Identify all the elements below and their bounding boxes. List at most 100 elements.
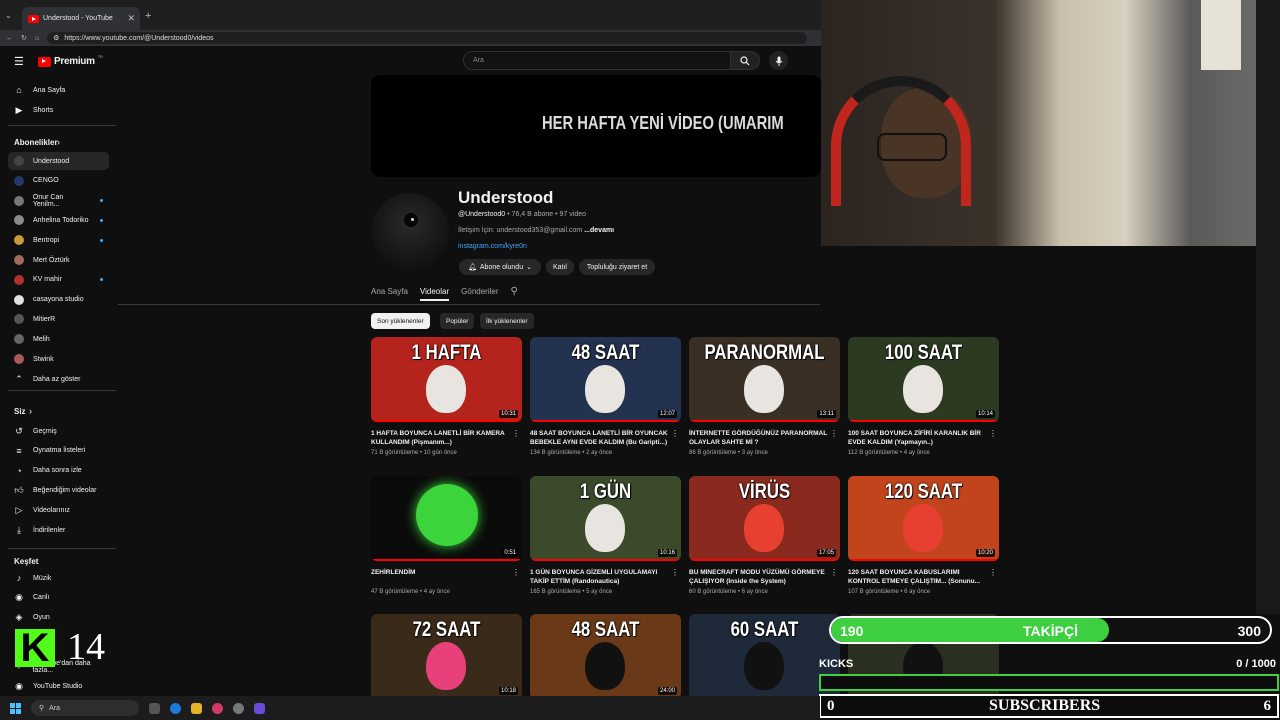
channel-description[interactable]: İletişim İçin: understood353@gmail.com .… — [458, 227, 614, 234]
site-info-icon[interactable]: ⚙ — [53, 34, 59, 42]
join-button[interactable]: Katıl — [546, 259, 574, 275]
channel-link[interactable]: instagram.com/kyre0n — [458, 243, 527, 250]
taskbar-search[interactable]: ⚲ Ara — [31, 700, 139, 716]
video-title[interactable]: 120 SAAT BOYUNCA KABUSLARIMI KONTROL ETM… — [848, 568, 999, 586]
tab-videos[interactable]: Videolar — [419, 287, 450, 301]
sidebar-item[interactable]: ⌃ Daha az göster — [8, 370, 109, 388]
video-title[interactable]: BU MINECRAFT MODU YÜZÜMÜ GÖRMEYE ÇALIŞIY… — [689, 568, 840, 586]
video-thumbnail[interactable]: 72 SAAT 10:18 — [371, 614, 522, 699]
reload-icon[interactable]: ↻ — [21, 34, 27, 42]
video-card[interactable]: 48 SAAT 24:00 — [530, 614, 681, 699]
video-title[interactable]: 100 SAAT BOYUNCA ZİFİRİ KARANLIK BİR EVD… — [848, 429, 999, 447]
search-input[interactable]: Ara — [463, 51, 731, 70]
video-card[interactable]: 48 SAAT 12:07 48 SAAT BOYUNCA LANETLİ BİR … — [530, 337, 681, 456]
sidebar-item[interactable]: ▷ Videolarınız — [8, 501, 109, 519]
sidebar-item[interactable]: ≡ Oynatma listeleri — [8, 442, 109, 460]
more-options-icon[interactable]: ⋮ — [512, 429, 520, 438]
video-card[interactable]: 60 SAAT — [689, 614, 840, 699]
sidebar-item[interactable]: 👍︎ Beğendiğim videolar — [8, 481, 109, 499]
more-options-icon[interactable]: ⋮ — [989, 429, 997, 438]
sidebar-item[interactable]: ♪ Müzik — [8, 569, 109, 587]
sidebar-item[interactable]: CENGO — [8, 172, 109, 190]
back-icon[interactable]: ← — [6, 35, 13, 42]
sidebar-item[interactable]: ▶ Shorts — [8, 101, 109, 119]
chip-popular[interactable]: Popüler — [440, 313, 475, 329]
video-thumbnail[interactable]: 60 SAAT — [689, 614, 840, 699]
search-button[interactable] — [730, 51, 760, 70]
explore-heading[interactable]: Keşfet — [14, 557, 38, 566]
sidebar-item[interactable]: ◉ YouTube Studio — [8, 677, 109, 695]
sidebar-item[interactable]: KV mahir — [8, 271, 109, 289]
sidebar-item[interactable]: ⤓ İndirilenler — [8, 521, 109, 539]
video-title[interactable]: 48 SAAT BOYUNCA LANETLİ BİR OYUNCAK BEBE… — [530, 429, 681, 447]
new-tab-button[interactable]: + — [145, 10, 151, 22]
more-link[interactable]: ...devamı — [584, 227, 614, 234]
more-options-icon[interactable]: ⋮ — [512, 568, 520, 577]
video-thumbnail[interactable]: 1 HAFTA 10:31 — [371, 337, 522, 422]
close-tab-icon[interactable]: ✕ — [127, 13, 135, 24]
more-options-icon[interactable]: ⋮ — [830, 568, 838, 577]
video-thumbnail[interactable]: PARANORMAL 13:11 — [689, 337, 840, 422]
sidebar-item[interactable]: Stwink — [8, 350, 109, 368]
discord-icon[interactable] — [254, 702, 265, 714]
browser-tab[interactable]: Understood - YouTube ✕ — [22, 7, 140, 30]
video-card[interactable]: VİRÜS 17:05 BU MINECRAFT MODU YÜZÜMÜ GÖRME… — [689, 476, 840, 595]
sidebar-item[interactable]: Onur Can Yenilm... — [8, 192, 109, 210]
video-thumbnail[interactable]: 48 SAAT 12:07 — [530, 337, 681, 422]
you-heading[interactable]: Siz — [14, 407, 26, 416]
video-title[interactable]: 1 GÜN BOYUNCA GİZEMLİ UYGULAMAYI TAKİP E… — [530, 568, 681, 586]
sidebar-item[interactable]: ↺ Geçmiş — [8, 422, 109, 440]
sidebar-item[interactable]: MitierR — [8, 310, 109, 328]
bell-icon: 🔔︎ — [468, 264, 477, 271]
more-options-icon[interactable]: ⋮ — [989, 568, 997, 577]
video-title[interactable]: İNTERNETTE GÖRDÜĞÜNÜZ PARANORMAL OLAYLAR… — [689, 429, 840, 447]
url-field[interactable]: ⚙ https://www.youtube.com/@Understood0/v… — [47, 32, 808, 44]
more-options-icon[interactable]: ⋮ — [671, 429, 679, 438]
chip-latest[interactable]: Son yüklenenler — [371, 313, 430, 329]
video-title[interactable]: 1 HAFTA BOYUNCA LANETLİ BİR KAMERA KULLA… — [371, 429, 522, 447]
video-card[interactable]: PARANORMAL 13:11 İNTERNETTE GÖRDÜĞÜNÜZ PAR… — [689, 337, 840, 456]
video-card[interactable]: 1 GÜN 10:16 1 GÜN BOYUNCA GİZEMLİ UYGULAMA… — [530, 476, 681, 595]
sidebar-item[interactable]: Understood — [8, 152, 109, 170]
youtube-logo[interactable]: Premium TR — [38, 54, 103, 67]
sidebar-item[interactable]: ⌂ Ana Sayfa — [8, 81, 109, 99]
task-view-icon[interactable] — [149, 702, 160, 714]
video-title[interactable]: ZEHİRLENDİM — [371, 568, 522, 586]
community-button[interactable]: Topluluğu ziyaret et — [579, 259, 655, 275]
video-card[interactable]: 100 SAAT 10:14 100 SAAT BOYUNCA ZİFİRİ KAR… — [848, 337, 999, 456]
video-thumbnail[interactable]: 100 SAAT 10:14 — [848, 337, 999, 422]
tab-posts[interactable]: Gönderiler — [461, 287, 498, 301]
video-card[interactable]: 120 SAAT 10:20 120 SAAT BOYUNCA KABUSLARIM… — [848, 476, 999, 595]
video-thumbnail[interactable]: VİRÜS 17:05 — [689, 476, 840, 561]
video-card[interactable]: 1 HAFTA 10:31 1 HAFTA BOYUNCA LANETLİ BİR … — [371, 337, 522, 456]
menu-icon[interactable]: ☰ — [14, 55, 24, 68]
chip-oldest[interactable]: İlk yüklenenler — [480, 313, 534, 329]
sidebar-item[interactable]: ◔ Daha sonra izle — [8, 462, 109, 480]
windows-start-icon[interactable] — [10, 702, 21, 714]
video-card[interactable]: 72 SAAT 10:18 — [371, 614, 522, 699]
sidebar-item[interactable]: Mert Öztürk — [8, 251, 109, 269]
tab-home[interactable]: Ana Sayfa — [371, 287, 408, 301]
sidebar-item[interactable]: casayona studio — [8, 291, 109, 309]
subscriptions-heading[interactable]: Abonelikler — [14, 138, 58, 147]
file-explorer-icon[interactable] — [191, 702, 202, 714]
app-icon[interactable] — [212, 702, 223, 714]
sidebar-item[interactable]: Melih — [8, 330, 109, 348]
home-browser-icon[interactable]: ⌂ — [35, 35, 39, 42]
video-thumbnail[interactable]: 48 SAAT 24:00 — [530, 614, 681, 699]
video-thumbnail[interactable]: 1 GÜN 10:16 — [530, 476, 681, 561]
sidebar-item[interactable]: ◉ Canlı — [8, 589, 109, 607]
video-thumbnail[interactable]: 120 SAAT 10:20 — [848, 476, 999, 561]
more-options-icon[interactable]: ⋮ — [671, 568, 679, 577]
subscribed-button[interactable]: 🔔︎ Abone olundu ⌄ — [459, 259, 541, 275]
edge-icon[interactable] — [170, 702, 181, 714]
voice-search-button[interactable] — [769, 51, 788, 70]
tab-list-icon[interactable]: ⌄ — [5, 11, 12, 20]
more-options-icon[interactable]: ⋮ — [830, 429, 838, 438]
video-thumbnail[interactable]: 0:51 — [371, 476, 522, 561]
channel-search-icon[interactable]: ⚲ — [511, 286, 518, 300]
sidebar-item[interactable]: Anhelina Todoriko — [8, 211, 109, 229]
sidebar-item[interactable]: Bentropi — [8, 231, 109, 249]
video-card[interactable]: 0:51 ZEHİRLENDİM ⋮ 47 B görüntüleme • 4 ay … — [371, 476, 522, 595]
chrome-icon[interactable] — [233, 702, 244, 714]
